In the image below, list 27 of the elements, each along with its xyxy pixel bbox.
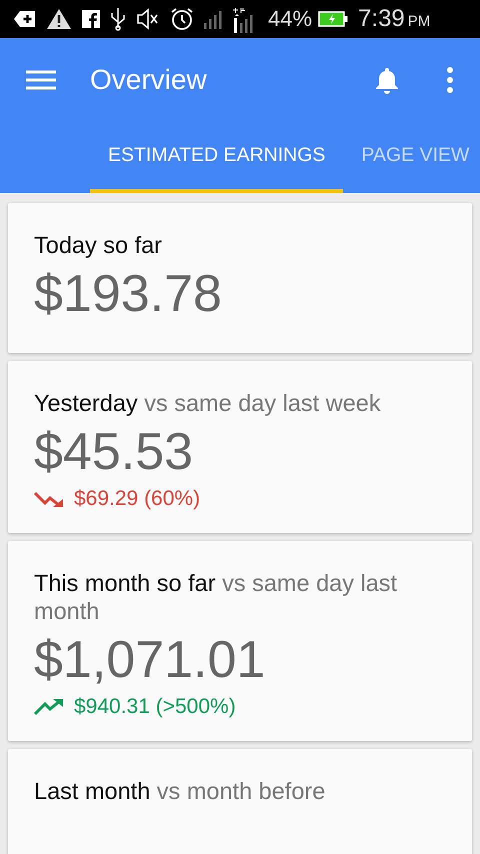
plus-tag-icon	[14, 10, 36, 28]
usb-icon	[110, 7, 126, 31]
amount: $1,071.01	[34, 631, 266, 689]
clock: 7:39 PM	[358, 5, 430, 33]
amount: $193.78	[34, 265, 223, 323]
card-heading: Last month vs month before	[34, 777, 326, 805]
card-heading: Today so far	[34, 231, 164, 259]
battery-icon	[318, 11, 348, 27]
muted-speaker-icon	[136, 8, 160, 30]
tab[interactable]: ESTIMATED EARNINGS	[90, 122, 344, 193]
screen-title: Overview	[90, 64, 208, 96]
bell-icon[interactable]	[374, 66, 400, 94]
more-options-icon[interactable]	[446, 67, 454, 93]
tab[interactable]: PAGE VIEW	[343, 122, 480, 193]
signal-icon	[204, 9, 222, 29]
facebook-icon	[82, 10, 100, 28]
change-value: $69.29 (60%)	[74, 487, 200, 511]
card-heading: Yesterday vs same day last week	[34, 389, 382, 417]
amount: $45.53	[34, 423, 194, 481]
change-value: $940.31 (>500%)	[74, 695, 236, 719]
alarm-clock-icon	[170, 7, 194, 31]
trending-up-icon	[34, 698, 64, 716]
warning-icon	[46, 8, 72, 30]
trending-down-icon	[34, 490, 64, 508]
menu-icon[interactable]	[26, 70, 56, 90]
battery-percent: 44%	[268, 6, 312, 32]
card-heading: This month so far vs same day last month	[34, 569, 398, 625]
